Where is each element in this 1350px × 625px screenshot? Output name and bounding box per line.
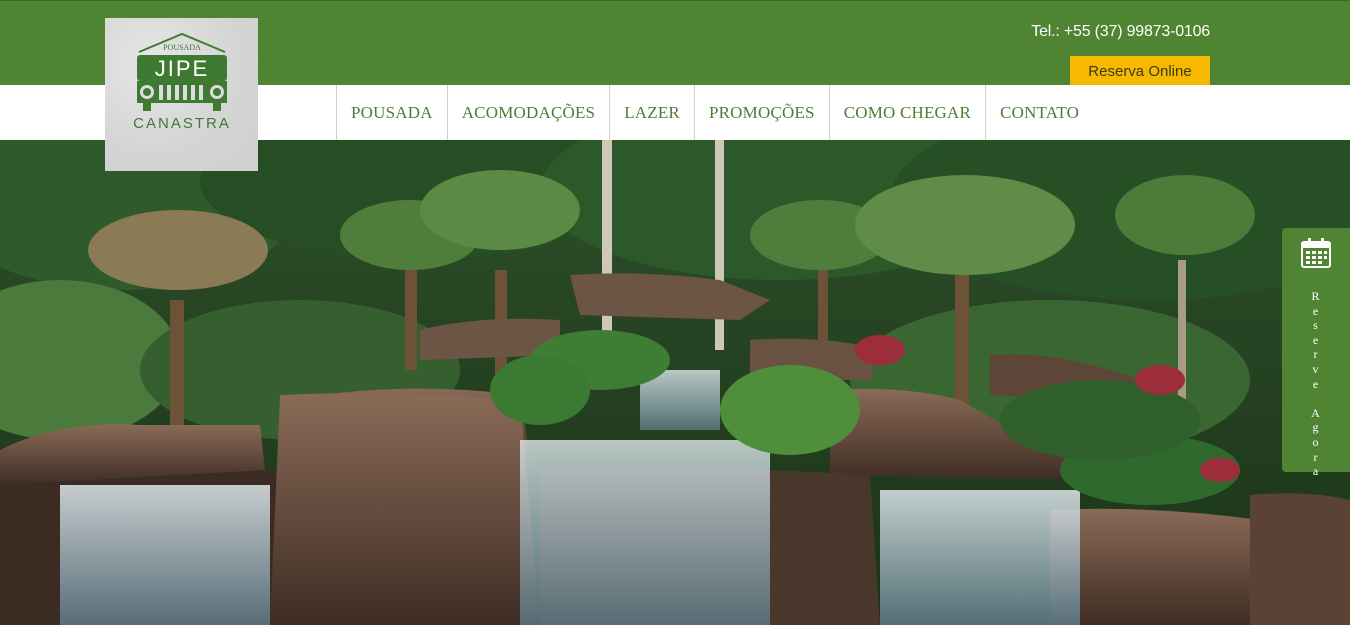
site-logo[interactable]: POUSADA JIPE CANASTRA	[105, 18, 258, 171]
reserve-now-letter: r	[1313, 449, 1319, 464]
reserve-now-letter: a	[1312, 464, 1320, 479]
reserve-now-letter: g	[1312, 420, 1320, 435]
reserve-now-letter: A	[1311, 405, 1321, 420]
nav-item-promocoes[interactable]: PROMOÇÕES	[693, 85, 829, 140]
nav-item-lazer[interactable]: LAZER	[609, 85, 694, 140]
reserve-now-letter: e	[1312, 332, 1320, 347]
reserve-now-letter	[1314, 391, 1318, 406]
nav-menu: POUSADA ACOMODAÇÕES LAZER PROMOÇÕES COMO…	[336, 85, 1093, 140]
reserve-now-letter: e	[1312, 376, 1320, 391]
nav-item-como-chegar[interactable]: COMO CHEGAR	[828, 85, 985, 140]
logo-top-text: POUSADA	[163, 43, 201, 52]
reserve-now-letter: r	[1313, 347, 1319, 362]
calendar-icon	[1299, 236, 1333, 275]
nav-item-pousada[interactable]: POUSADA	[336, 85, 447, 140]
reserve-now-side-tab[interactable]: Reserve Agora	[1282, 228, 1350, 478]
reserve-now-letter: e	[1312, 303, 1320, 318]
hero-image-waterfall	[0, 140, 1350, 625]
reserve-now-letter: v	[1312, 361, 1320, 376]
nav-item-contato[interactable]: CONTATO	[985, 85, 1093, 140]
logo-main-text: JIPE	[154, 56, 208, 81]
reserve-now-letter: o	[1312, 434, 1320, 449]
reserve-now-label: Reserve Agora	[1311, 289, 1321, 479]
reserve-now-letter: s	[1313, 318, 1319, 333]
phone-number[interactable]: Tel.: +55 (37) 99873-0106	[1031, 23, 1210, 41]
jeep-grille-icon: POUSADA JIPE CANASTRA	[133, 32, 231, 132]
waterfall-garden-illustration	[0, 140, 1350, 625]
reserve-online-button[interactable]: Reserva Online	[1070, 56, 1210, 86]
nav-item-acomodacoes[interactable]: ACOMODAÇÕES	[446, 85, 610, 140]
reserve-now-letter: R	[1311, 289, 1321, 303]
logo-bottom-text: CANASTRA	[133, 115, 231, 132]
